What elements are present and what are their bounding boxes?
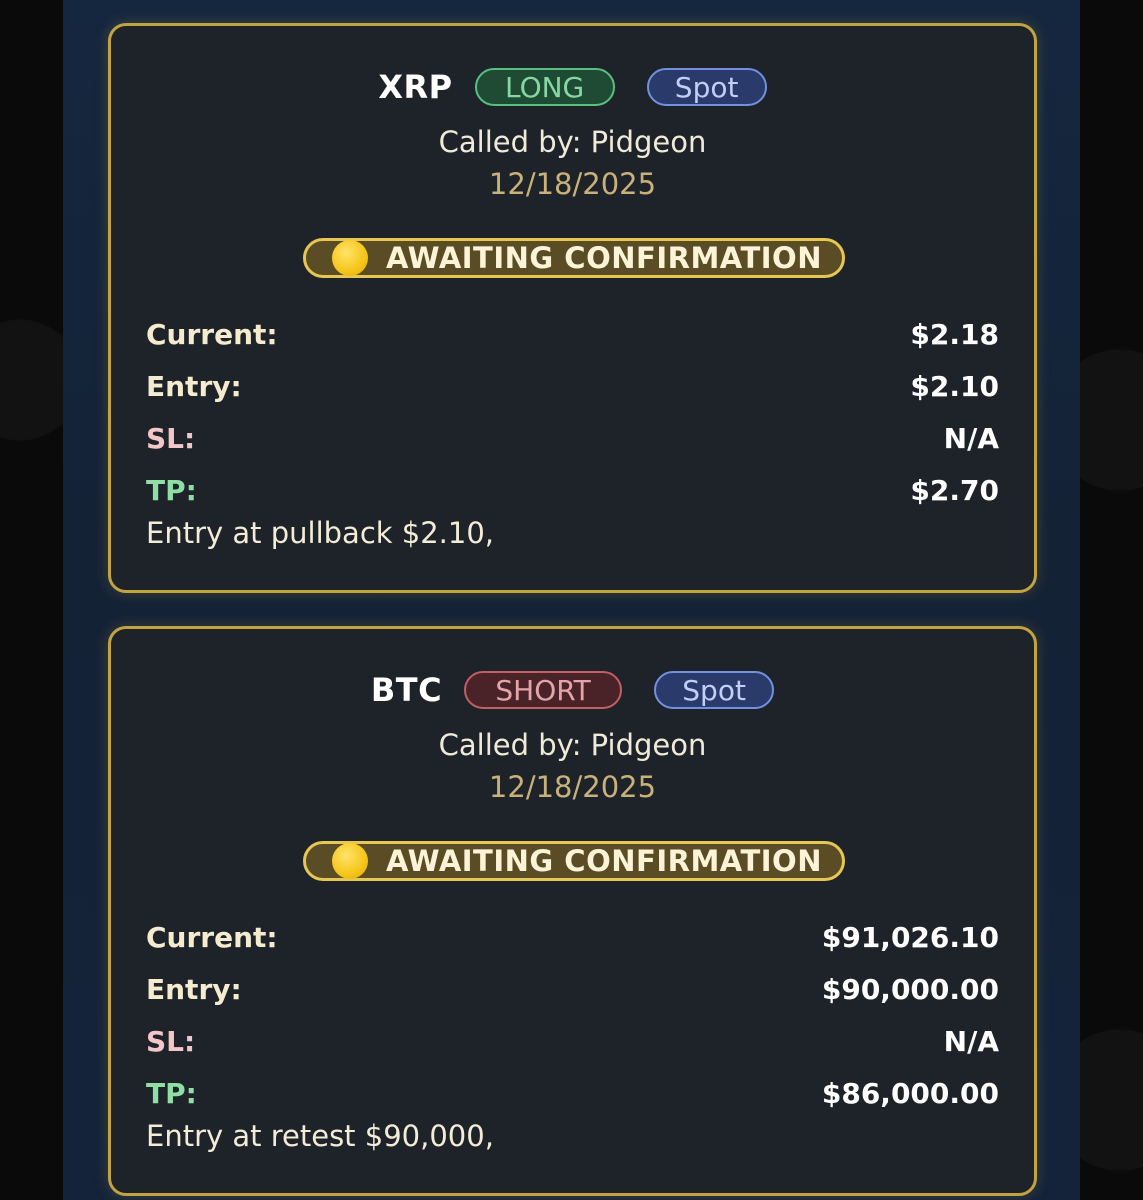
row-current: Current: $91,026.10 [146, 911, 999, 963]
signal-note: Entry at pullback $2.10, [146, 516, 495, 550]
current-value: $2.18 [910, 317, 999, 351]
signal-note: Entry at retest $90,000, [146, 1119, 494, 1153]
row-entry: Entry: $90,000.00 [146, 963, 999, 1015]
signal-details: Current: $91,026.10 Entry: $90,000.00 SL… [146, 911, 999, 1119]
current-label: Current: [146, 920, 278, 954]
caller-name: Called by: Pidgeon [438, 125, 707, 159]
tp-label: TP: [146, 473, 197, 507]
status-text: AWAITING CONFIRMATION [386, 844, 822, 878]
status-text: AWAITING CONFIRMATION [386, 241, 822, 275]
sl-value: N/A [943, 421, 999, 455]
signal-symbol: XRP [378, 68, 453, 106]
yellow-circle-icon [332, 843, 368, 879]
signal-details: Current: $2.18 Entry: $2.10 SL: N/A TP: … [146, 308, 999, 516]
market-badge-spot: Spot [654, 671, 775, 709]
entry-value: $2.10 [910, 369, 999, 403]
sl-value: N/A [943, 1024, 999, 1058]
tp-value: $2.70 [910, 473, 999, 507]
status-badge: AWAITING CONFIRMATION [303, 841, 845, 881]
signal-symbol: BTC [370, 671, 443, 709]
market-badge-spot: Spot [646, 68, 767, 106]
row-entry: Entry: $2.10 [146, 360, 999, 412]
signal-date: 12/18/2025 [488, 770, 657, 804]
current-value: $91,026.10 [821, 920, 999, 954]
entry-label: Entry: [146, 972, 242, 1006]
signal-date: 12/18/2025 [488, 167, 657, 201]
signal-card-btc[interactable]: BTC SHORT Spot Called by: Pidgeon 12/18/… [108, 626, 1037, 1196]
direction-badge-short: SHORT [464, 671, 623, 709]
current-label: Current: [146, 317, 278, 351]
row-tp: TP: $2.70 [146, 464, 999, 516]
caller-name: Called by: Pidgeon [438, 728, 707, 762]
direction-badge-long: LONG [474, 68, 615, 106]
status-badge: AWAITING CONFIRMATION [303, 238, 845, 278]
signal-header: BTC SHORT Spot [111, 667, 1034, 713]
row-sl: SL: N/A [146, 412, 999, 464]
yellow-circle-icon [332, 240, 368, 276]
entry-value: $90,000.00 [821, 972, 999, 1006]
tp-label: TP: [146, 1076, 197, 1110]
sl-label: SL: [146, 1024, 196, 1058]
row-tp: TP: $86,000.00 [146, 1067, 999, 1119]
entry-label: Entry: [146, 369, 242, 403]
sl-label: SL: [146, 421, 196, 455]
signal-header: XRP LONG Spot [111, 64, 1034, 110]
signal-card-xrp[interactable]: XRP LONG Spot Called by: Pidgeon 12/18/2… [108, 23, 1037, 593]
row-current: Current: $2.18 [146, 308, 999, 360]
row-sl: SL: N/A [146, 1015, 999, 1067]
tp-value: $86,000.00 [821, 1076, 999, 1110]
